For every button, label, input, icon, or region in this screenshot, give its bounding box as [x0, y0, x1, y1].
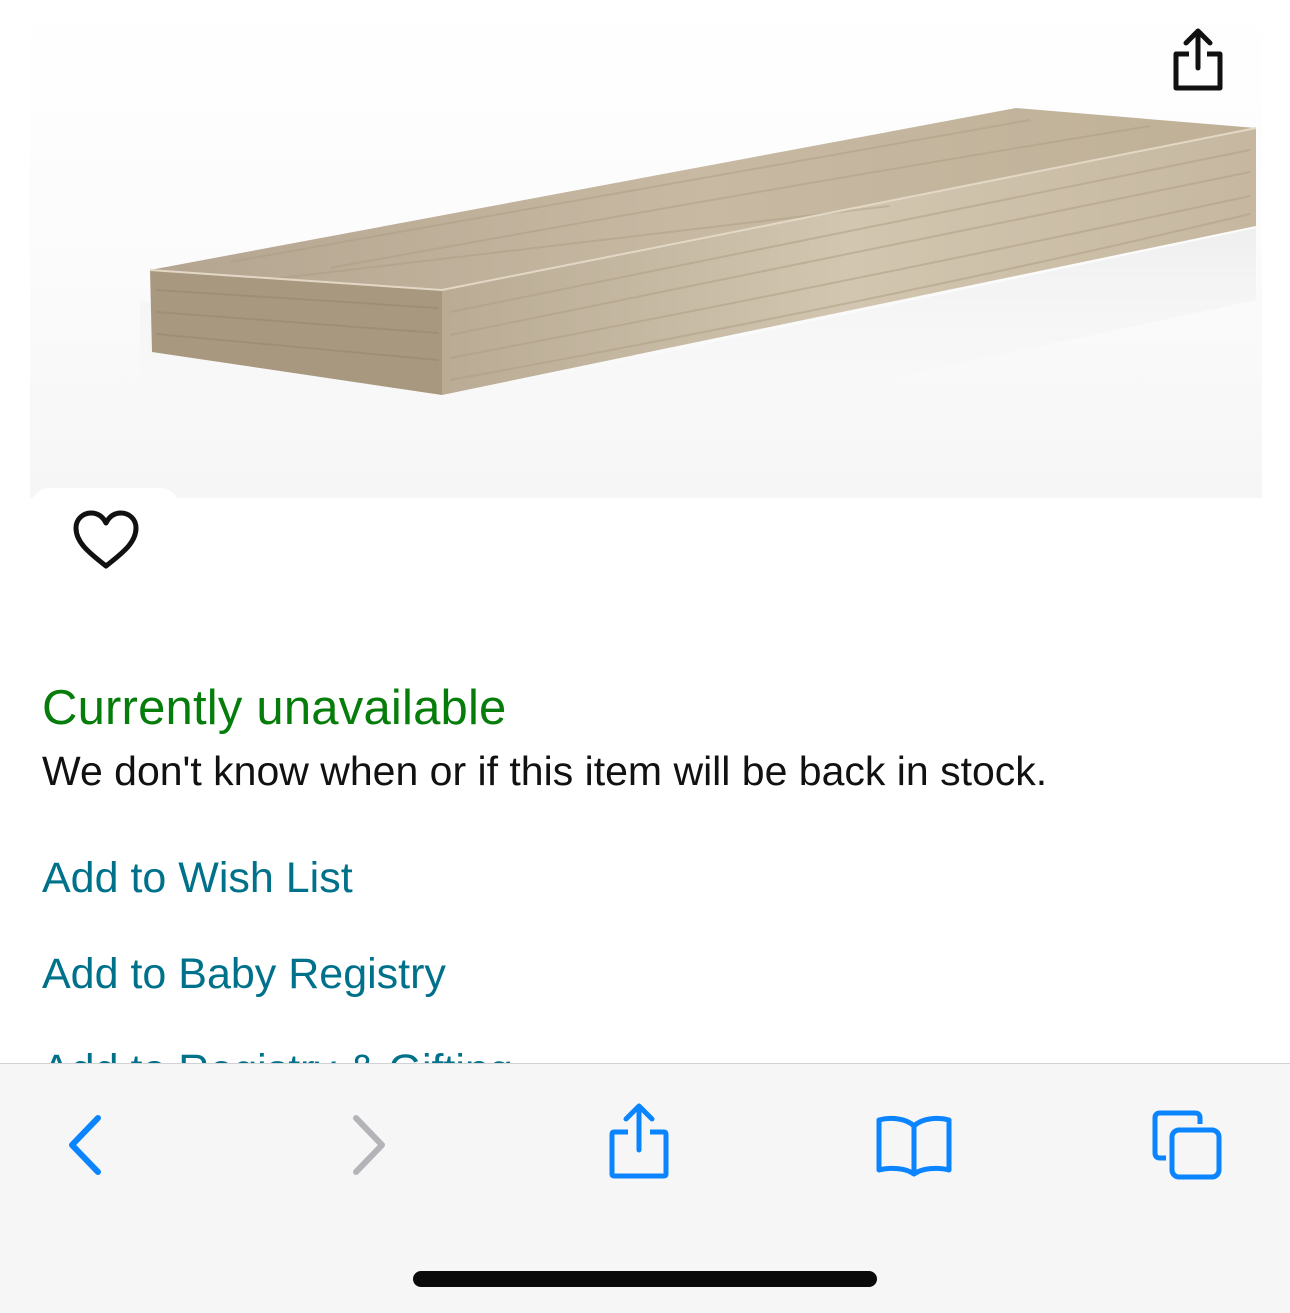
add-to-wish-list-link[interactable]: Add to Wish List [42, 854, 353, 903]
product-page: Currently unavailable We don't know when… [0, 0, 1290, 1313]
share-icon[interactable] [606, 1102, 672, 1182]
tabs-icon[interactable] [1150, 1108, 1224, 1182]
stock-message: We don't know when or if this item will … [42, 748, 1048, 794]
chevron-right-icon[interactable] [338, 1110, 398, 1180]
shelf-illustration [140, 108, 1257, 470]
chevron-left-icon[interactable] [56, 1110, 116, 1180]
book-icon[interactable] [874, 1112, 954, 1178]
product-image[interactable] [30, 0, 1262, 498]
availability-status: Currently unavailable [42, 681, 507, 735]
share-icon[interactable] [1168, 28, 1228, 94]
add-to-baby-registry-link[interactable]: Add to Baby Registry [42, 950, 446, 999]
home-indicator[interactable] [413, 1271, 877, 1287]
heart-outline-icon[interactable] [66, 498, 146, 584]
